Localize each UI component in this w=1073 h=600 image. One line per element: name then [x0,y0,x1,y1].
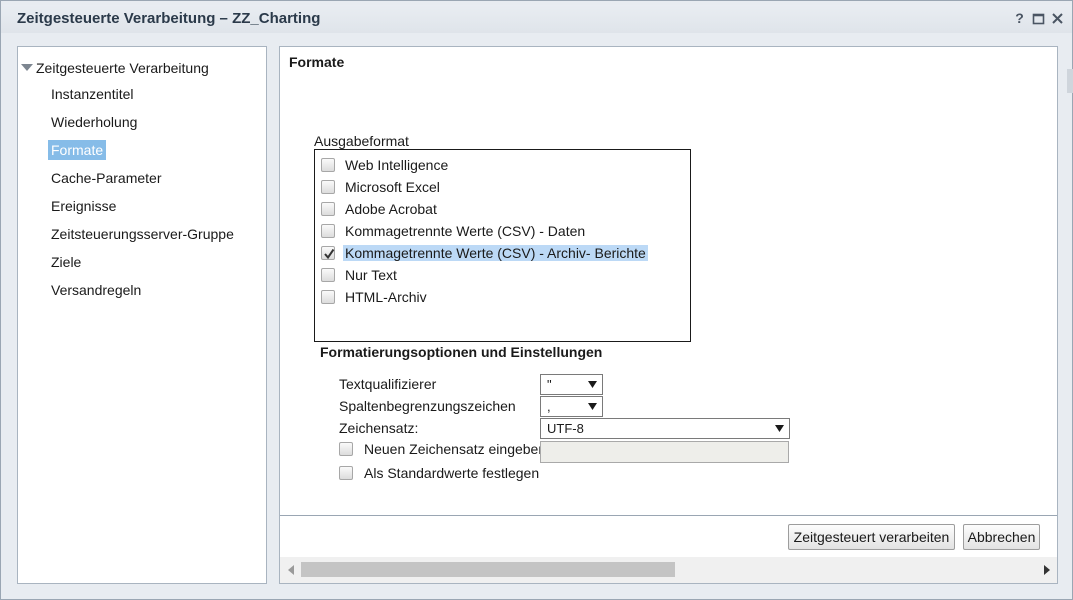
charset-label: Zeichensatz: [339,420,419,436]
footer-divider [280,515,1057,516]
nav-item-zeitsteuerungsserver-gruppe[interactable]: Zeitsteuerungsserver-Gruppe [48,224,237,244]
format-checkbox[interactable] [321,224,335,238]
column-delimiter-label: Spaltenbegrenzungszeichen [339,398,516,414]
scroll-left-icon[interactable] [288,565,294,575]
new-charset-label: Neuen Zeichensatz eingeben [364,441,547,457]
new-charset-checkbox[interactable] [339,442,353,456]
set-default-label: Als Standardwerte festlegen [364,465,540,481]
format-option-adobe-acrobat[interactable]: Adobe Acrobat [321,199,439,219]
scroll-right-icon[interactable] [1044,565,1050,575]
charset-value: UTF-8 [547,421,584,436]
format-option-label: Microsoft Excel [345,179,440,195]
format-checkbox[interactable] [321,290,335,304]
dropdown-arrow-icon [588,381,597,388]
format-checkbox[interactable] [321,180,335,194]
window-controls: ? [1013,11,1064,26]
nav-item-ereignisse[interactable]: Ereignisse [48,196,119,216]
output-format-list[interactable]: Web Intelligence Microsoft Excel Adobe A… [314,149,691,342]
nav-item-versandregeln[interactable]: Versandregeln [48,280,144,300]
format-option-label: HTML-Archiv [345,289,427,305]
format-option-label: Kommagetrennte Werte (CSV) - Daten [345,223,586,239]
formatting-options-heading: Formatierungsoptionen und Einstellungen [320,344,603,360]
output-format-label: Ausgabeformat [314,133,409,149]
dialog-titlebar[interactable]: Zeitgesteuerte Verarbeitung – ZZ_Chartin… [1,5,1072,33]
dropdown-arrow-icon [588,403,597,410]
caret-down-icon[interactable] [18,58,36,78]
format-option-label: Adobe Acrobat [345,201,437,217]
charset-select[interactable]: UTF-8 [540,418,790,439]
nav-item-instanzentitel[interactable]: Instanzentitel [48,84,137,104]
format-option-microsoft-excel[interactable]: Microsoft Excel [321,177,442,197]
column-delimiter-value: , [547,399,551,414]
schedule-dialog: Zeitgesteuerte Verarbeitung – ZZ_Chartin… [0,0,1073,600]
column-delimiter-select[interactable]: , [540,396,603,417]
dropdown-arrow-icon [775,425,784,432]
format-option-html-archive[interactable]: HTML-Archiv [321,287,429,307]
format-checkbox-checked[interactable] [321,246,335,260]
nav-item-cache-parameter[interactable]: Cache-Parameter [48,168,165,188]
format-option-plain-text[interactable]: Nur Text [321,265,399,285]
format-option-web-intelligence[interactable]: Web Intelligence [321,155,450,175]
format-option-csv-archive[interactable]: Kommagetrennte Werte (CSV) - Archiv- Ber… [321,243,648,263]
section-heading: Formate [289,54,345,70]
format-option-label: Web Intelligence [345,157,449,173]
new-charset-option[interactable]: Neuen Zeichensatz eingeben [339,441,546,457]
format-checkbox[interactable] [321,202,335,216]
nav-item-ziele[interactable]: Ziele [48,252,84,272]
format-option-label: Nur Text [345,267,397,283]
tree-root-zeitgesteuerte-verarbeitung[interactable]: Zeitgesteuerte Verarbeitung [18,58,209,78]
scrollbar-thumb[interactable] [301,562,675,577]
format-checkbox[interactable] [321,268,335,282]
close-icon[interactable] [1051,11,1064,26]
maximize-icon[interactable] [1032,11,1045,26]
text-qualifier-label: Textqualifizierer [339,376,437,392]
text-qualifier-value: " [547,377,552,392]
help-icon[interactable]: ? [1013,11,1026,26]
format-option-label: Kommagetrennte Werte (CSV) - Archiv- Ber… [343,245,648,261]
set-default-checkbox[interactable] [339,466,353,480]
horizontal-scrollbar[interactable] [280,557,1057,583]
schedule-button[interactable]: Zeitgesteuert verarbeiten [788,524,955,550]
text-qualifier-select[interactable]: " [540,374,603,395]
nav-item-formate[interactable]: Formate [48,140,107,160]
new-charset-input[interactable] [540,441,789,463]
nav-item-wiederholung[interactable]: Wiederholung [48,112,140,132]
nav-tree-panel: Zeitgesteuerte Verarbeitung Instanzentit… [17,46,267,584]
tree-root-label: Zeitgesteuerte Verarbeitung [36,60,209,76]
cancel-button[interactable]: Abbrechen [963,524,1040,550]
dialog-title: Zeitgesteuerte Verarbeitung – ZZ_Chartin… [17,10,321,27]
set-default-option[interactable]: Als Standardwerte festlegen [339,465,539,481]
background-scroll-edge [1067,69,1073,93]
content-panel: Formate Ausgabeformat Web Intelligence M… [279,46,1058,584]
format-checkbox[interactable] [321,158,335,172]
format-option-csv-data[interactable]: Kommagetrennte Werte (CSV) - Daten [321,221,587,241]
checkmark-icon [324,248,335,260]
